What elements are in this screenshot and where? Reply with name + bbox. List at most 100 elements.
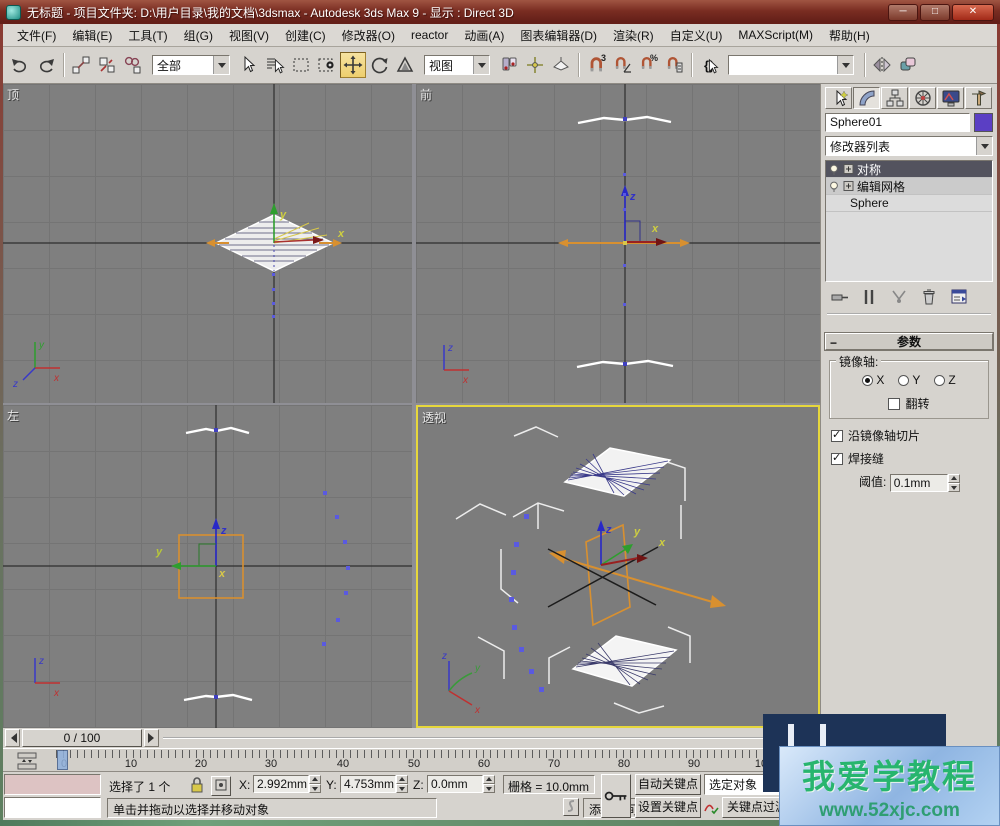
visibility-bulb-icon[interactable] xyxy=(828,163,840,175)
named-selection-dropdown[interactable] xyxy=(728,55,854,75)
viewport-left[interactable]: 左 z y x xyxy=(3,405,412,728)
menu-modifiers[interactable]: 修改器(O) xyxy=(334,24,403,47)
menu-edit[interactable]: 编辑(E) xyxy=(64,24,120,47)
viewport-splitter-horizontal[interactable] xyxy=(3,403,820,405)
y-coordinate-field[interactable]: 4.753mm xyxy=(340,775,396,793)
move-gizmo[interactable]: z y x xyxy=(597,520,666,565)
window-crossing-toggle-button[interactable] xyxy=(314,52,340,78)
viewport-top[interactable]: 顶 y x xyxy=(3,84,412,403)
viewport-perspective-label[interactable]: 透视 xyxy=(422,409,446,426)
tab-display[interactable] xyxy=(937,87,964,109)
threshold-field[interactable]: 0.1mm xyxy=(890,474,948,492)
show-end-result-button[interactable] xyxy=(857,287,881,307)
object-color-swatch[interactable] xyxy=(974,113,993,132)
stack-item-edit-mesh[interactable]: 编辑网格 xyxy=(826,178,992,195)
menu-customize[interactable]: 自定义(U) xyxy=(662,24,731,47)
undo-button[interactable] xyxy=(7,52,33,78)
previous-frame-button[interactable] xyxy=(5,729,20,747)
bind-to-space-warp-button[interactable] xyxy=(120,52,146,78)
flip-checkbox[interactable]: 翻转 xyxy=(888,397,929,411)
viewport-left-label[interactable]: 左 xyxy=(7,407,19,424)
set-key-button[interactable]: 设置关键点 xyxy=(635,797,701,818)
tab-utilities[interactable] xyxy=(965,87,992,109)
expand-icon[interactable] xyxy=(843,180,854,192)
select-and-rotate-button[interactable] xyxy=(366,52,392,78)
keyboard-shortcut-override-button[interactable] xyxy=(548,52,574,78)
key-filters-curve-icon[interactable] xyxy=(704,799,720,818)
track-frame-indicator[interactable] xyxy=(57,750,68,770)
weld-seam-checkbox[interactable]: 焊接缝 xyxy=(831,452,884,466)
slice-along-mirror-checkbox[interactable]: 沿镜像轴切片 xyxy=(831,429,920,443)
z-coordinate-field[interactable]: 0.0mm xyxy=(427,775,483,793)
menu-rendering[interactable]: 渲染(R) xyxy=(605,24,662,47)
viewport-front[interactable]: 前 z x xyxy=(416,84,820,403)
menu-group[interactable]: 组(G) xyxy=(176,24,221,47)
menu-graph-editors[interactable]: 图表编辑器(D) xyxy=(512,24,605,47)
configure-modifier-sets-button[interactable] xyxy=(947,287,971,307)
make-unique-button[interactable] xyxy=(887,287,911,307)
menu-help[interactable]: 帮助(H) xyxy=(821,24,878,47)
y-spinner[interactable] xyxy=(396,775,408,793)
parameters-rollout-header[interactable]: − 参数 xyxy=(825,333,993,350)
snap-toggle-3d-button[interactable]: 3 xyxy=(583,52,609,78)
mirror-button[interactable] xyxy=(869,52,895,78)
next-frame-button[interactable] xyxy=(144,729,159,747)
object-name-field[interactable]: Sphere01 xyxy=(825,113,970,132)
modifier-list-dropdown[interactable]: 修改器列表 xyxy=(825,136,993,156)
mini-curve-toggle-icon[interactable] xyxy=(17,752,39,770)
select-and-move-button[interactable] xyxy=(340,52,366,78)
z-spinner[interactable] xyxy=(483,775,495,793)
maxscript-mini-listener-white[interactable] xyxy=(4,797,101,818)
selection-filter-arrow-icon[interactable] xyxy=(213,56,229,74)
visibility-bulb-icon[interactable] xyxy=(828,180,840,192)
select-by-name-button[interactable] xyxy=(262,52,288,78)
viewport-splitter-vertical[interactable] xyxy=(412,84,416,728)
reference-coordinate-arrow-icon[interactable] xyxy=(473,56,489,74)
menu-create[interactable]: 创建(C) xyxy=(277,24,334,47)
tab-hierarchy[interactable] xyxy=(881,87,908,109)
named-selection-arrow-icon[interactable] xyxy=(837,56,853,74)
spinner-snap-toggle-button[interactable] xyxy=(661,52,687,78)
menu-views[interactable]: 视图(V) xyxy=(221,24,277,47)
axis-x-radio[interactable]: X xyxy=(862,373,884,387)
remove-modifier-button[interactable] xyxy=(917,287,941,307)
maxscript-mini-listener-pink[interactable] xyxy=(4,774,101,795)
absolute-offset-toggle[interactable] xyxy=(211,776,231,796)
x-spinner[interactable] xyxy=(309,775,321,793)
time-slider-track[interactable] xyxy=(163,737,763,739)
use-pivot-point-center-button[interactable] xyxy=(496,52,522,78)
menu-file[interactable]: 文件(F) xyxy=(9,24,64,47)
axis-y-radio[interactable]: Y xyxy=(898,373,920,387)
time-slider-thumb[interactable]: 0 / 100 xyxy=(22,729,142,747)
selection-filter-dropdown[interactable]: 全部 xyxy=(152,55,230,75)
tab-motion[interactable] xyxy=(909,87,936,109)
menu-maxscript[interactable]: MAXScript(M) xyxy=(730,25,821,45)
stack-item-sphere[interactable]: Sphere xyxy=(826,195,992,212)
angle-snap-toggle-button[interactable] xyxy=(609,52,635,78)
threshold-spinner[interactable] xyxy=(948,474,960,492)
modifier-list-arrow-icon[interactable] xyxy=(976,137,992,155)
maximize-button[interactable]: □ xyxy=(920,4,950,21)
viewport-top-label[interactable]: 顶 xyxy=(7,86,19,103)
set-keys-button[interactable] xyxy=(601,774,631,818)
minimize-button[interactable]: ─ xyxy=(888,4,918,21)
unlink-button[interactable] xyxy=(94,52,120,78)
pin-stack-button[interactable] xyxy=(827,287,851,307)
percent-snap-toggle-button[interactable]: % xyxy=(635,52,661,78)
select-and-manipulate-button[interactable] xyxy=(522,52,548,78)
select-object-button[interactable] xyxy=(236,52,262,78)
reference-coordinate-dropdown[interactable]: 视图 xyxy=(424,55,490,75)
close-button[interactable]: ✕ xyxy=(952,4,994,21)
named-selection-sets-button[interactable]: {} xyxy=(696,52,722,78)
x-coordinate-field[interactable]: 2.992mm xyxy=(253,775,309,793)
tab-create[interactable] xyxy=(825,87,852,109)
selection-lock-toggle[interactable] xyxy=(189,776,205,797)
expand-icon[interactable] xyxy=(843,163,854,175)
select-and-link-button[interactable] xyxy=(68,52,94,78)
menu-animation[interactable]: 动画(A) xyxy=(456,24,512,47)
viewport-perspective[interactable]: 透视 xyxy=(416,405,820,728)
align-button[interactable] xyxy=(895,52,921,78)
mirror-gizmo-plane[interactable] xyxy=(549,525,726,625)
menu-tools[interactable]: 工具(T) xyxy=(120,24,175,47)
viewport-front-label[interactable]: 前 xyxy=(420,86,432,103)
